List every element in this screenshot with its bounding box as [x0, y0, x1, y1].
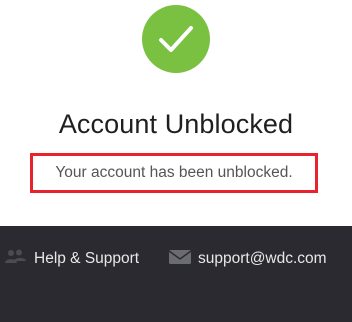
help-support-label: Help & Support [34, 250, 140, 267]
success-badge [142, 5, 210, 73]
check-icon [159, 26, 193, 52]
help-support-link[interactable]: Help & Support [4, 247, 139, 271]
footer [0, 226, 352, 322]
page-title: Account Unblocked [58, 109, 294, 139]
status-card: Account Unblocked Your account has been … [0, 0, 352, 226]
status-message: Your account has been unblocked. [55, 164, 293, 181]
support-email-link[interactable]: support@wdc.com [168, 247, 327, 271]
support-email: support@wdc.com [198, 250, 327, 267]
envelope-icon [168, 248, 192, 271]
users-icon [4, 248, 28, 271]
account-unblocked-page: Account Unblocked Your account has been … [0, 0, 352, 322]
